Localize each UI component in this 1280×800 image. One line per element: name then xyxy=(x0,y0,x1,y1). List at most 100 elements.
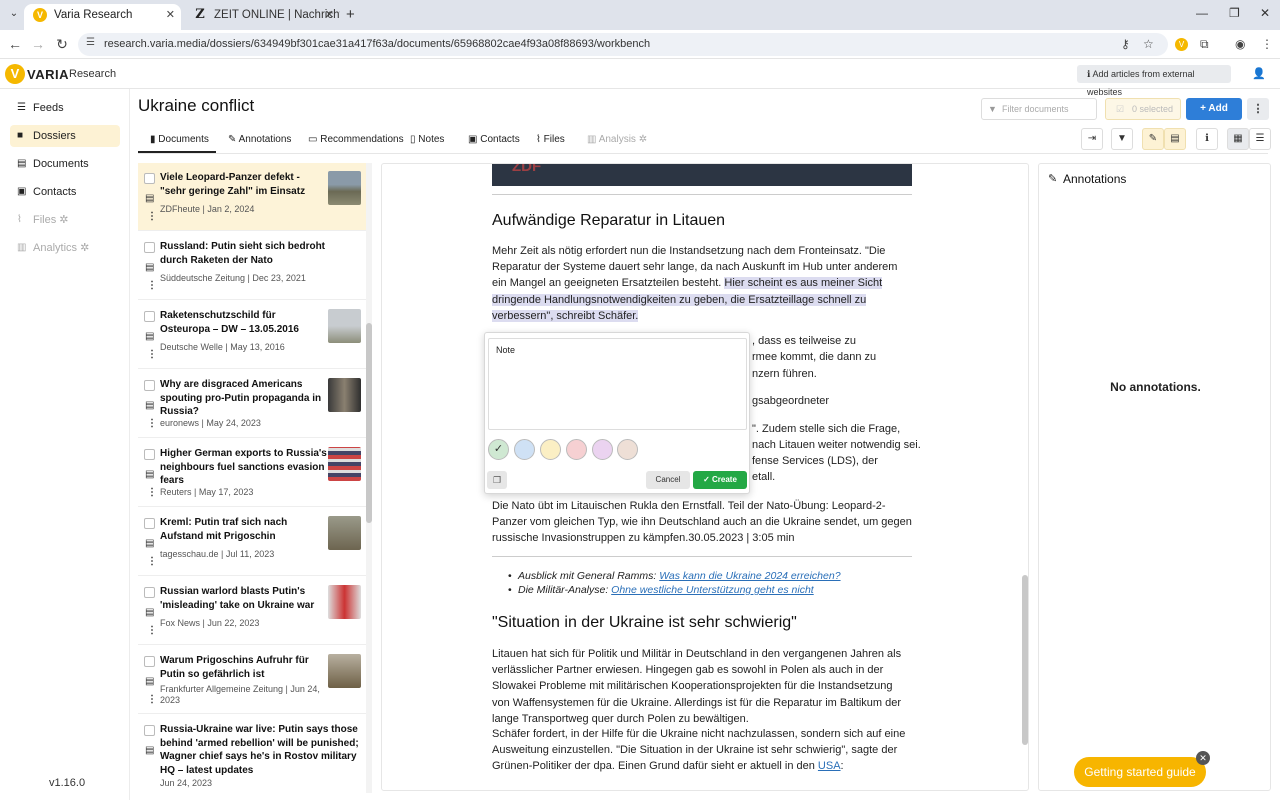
tab-analysis[interactable]: ▥ Analysis ✲ xyxy=(587,128,647,153)
article-thumbnail xyxy=(328,654,361,688)
more-icon[interactable]: ⋮ xyxy=(147,625,157,636)
url-field[interactable]: ☰ research.varia.media/dossiers/634949bf… xyxy=(78,33,1168,56)
add-external-articles-label: Add articles from external websites xyxy=(1087,69,1195,97)
info-button[interactable]: ℹ xyxy=(1196,128,1218,150)
close-tab-icon[interactable]: ✕ xyxy=(166,4,175,26)
sidebar-item-analytics[interactable]: ▥ Analytics ✲ xyxy=(10,237,120,259)
document-checkbox[interactable] xyxy=(144,311,155,322)
more-icon[interactable]: ⋮ xyxy=(147,211,157,222)
check-icon: ✓ xyxy=(703,475,713,484)
more-icon[interactable]: ⋮ xyxy=(147,349,157,360)
more-options-button[interactable]: ⋮ xyxy=(1247,98,1269,120)
annotate-document-button[interactable]: ▤ xyxy=(1164,128,1186,150)
export-document-button[interactable]: ⇥ xyxy=(1081,128,1103,150)
browser-menu-icon[interactable]: ⋮ xyxy=(1261,37,1273,51)
back-icon[interactable]: ← xyxy=(7,36,23,52)
getting-started-button[interactable]: Getting started guide xyxy=(1074,757,1206,787)
list-item[interactable]: ▤ ⋮ Higher German exports to Russia's ne… xyxy=(138,439,366,507)
highlight-pen-button[interactable]: ✎ xyxy=(1142,128,1164,150)
minimize-icon[interactable]: — xyxy=(1196,6,1208,20)
more-icon[interactable]: ⋮ xyxy=(147,556,157,567)
tab-annotations[interactable]: ✎ Annotations xyxy=(228,128,291,153)
document-checkbox[interactable] xyxy=(144,518,155,529)
filter-documents-input[interactable]: ▼ Filter documents xyxy=(981,98,1097,120)
scrollbar-thumb[interactable] xyxy=(1022,575,1028,745)
tab-recommendations[interactable]: ▭ Recommendations xyxy=(308,128,404,153)
sidebar-item-documents[interactable]: ▤ Documents xyxy=(10,153,120,175)
document-source: Deutsche Welle | May 13, 2016 xyxy=(160,342,285,352)
tab-notes[interactable]: ▯ Notes xyxy=(410,128,444,153)
create-button[interactable]: ✓ Create xyxy=(693,471,747,489)
grid-view-button[interactable]: ▦ xyxy=(1227,128,1249,150)
bookmark-star-icon[interactable]: ☆ xyxy=(1143,37,1154,51)
document-checkbox[interactable] xyxy=(144,587,155,598)
list-item[interactable]: ▤ ⋮ Russian warlord blasts Putin's 'misl… xyxy=(138,577,366,645)
tab-documents[interactable]: ▮ Documents xyxy=(138,128,216,153)
varia-extension-icon[interactable]: V xyxy=(1175,38,1188,51)
close-window-icon[interactable]: ✕ xyxy=(1260,6,1270,20)
article-link[interactable]: USA xyxy=(818,760,841,772)
color-swatch-blue[interactable] xyxy=(514,439,535,460)
color-swatch-purple[interactable] xyxy=(592,439,613,460)
reader-scrollbar[interactable] xyxy=(1021,163,1029,791)
list-item[interactable]: ▤ ⋮ Raketenschutzschild für Osteuropa – … xyxy=(138,301,366,369)
more-icon[interactable]: ⋮ xyxy=(147,280,157,291)
tab-search-icon[interactable]: ⌄ xyxy=(6,6,22,22)
varia-favicon-icon: V xyxy=(33,8,47,22)
document-checkbox[interactable] xyxy=(144,449,155,460)
document-checkbox[interactable] xyxy=(144,656,155,667)
color-swatch-yellow[interactable] xyxy=(540,439,561,460)
document-checkbox[interactable] xyxy=(144,725,155,736)
profile-icon[interactable]: ◉ xyxy=(1235,37,1245,51)
color-swatch-beige[interactable] xyxy=(617,439,638,460)
list-item[interactable]: ▤ ⋮ Why are disgraced Americans spouting… xyxy=(138,370,366,438)
document-checkbox[interactable] xyxy=(144,380,155,391)
close-tab-icon[interactable]: ✕ xyxy=(325,4,334,26)
list-item[interactable]: ▤ ⋮ Russland: Putin sieht sich bedroht d… xyxy=(138,232,366,300)
close-icon[interactable]: ✕ xyxy=(1196,751,1210,765)
document-icon: ▤ xyxy=(145,193,155,204)
tab-files[interactable]: ⌇ Files xyxy=(536,128,565,153)
sidebar-item-dossiers[interactable]: ■ Dossiers xyxy=(10,125,120,147)
list-item[interactable]: ▤ ⋮ Kreml: Putin traf sich nach Aufstand… xyxy=(138,508,366,576)
document-title: Kreml: Putin traf sich nach Aufstand mit… xyxy=(160,517,288,542)
list-item: Ausblick mit General Ramms: Was kann die… xyxy=(508,570,841,582)
cancel-button[interactable]: Cancel xyxy=(646,471,690,489)
note-textarea[interactable]: Note xyxy=(488,338,747,430)
new-tab-icon[interactable]: + xyxy=(346,6,355,23)
document-checkbox[interactable] xyxy=(144,242,155,253)
sidebar-item-files[interactable]: ⌇ Files ✲ xyxy=(10,209,120,231)
color-swatch-green[interactable]: ✓ xyxy=(488,439,509,460)
extensions-icon[interactable]: ⧉ xyxy=(1200,37,1209,52)
article-link[interactable]: Ohne westliche Unterstützung geht es nic… xyxy=(611,584,814,596)
article-link[interactable]: Was kann die Ukraine 2024 erreichen? xyxy=(659,570,840,582)
list-item[interactable]: ▤ ⋮ Warum Prigoschins Aufruhr für Putin … xyxy=(138,646,366,714)
more-icon[interactable]: ⋮ xyxy=(147,487,157,498)
maximize-icon[interactable]: ❐ xyxy=(1229,6,1240,20)
reload-icon[interactable]: ↻ xyxy=(54,36,70,53)
sidebar-item-contacts[interactable]: ▣ Contacts xyxy=(10,181,120,203)
scrollbar-thumb[interactable] xyxy=(366,323,372,523)
copy-icon[interactable]: ❐ xyxy=(487,471,507,489)
browser-tab-varia[interactable]: V Varia Research ✕ xyxy=(24,4,181,30)
browser-tab-zeit[interactable]: Z ZEIT ONLINE | Nachrichten, Ne ✕ xyxy=(184,4,340,30)
add-button[interactable]: + Add xyxy=(1186,98,1242,120)
key-icon[interactable]: ⚷ xyxy=(1121,37,1130,51)
selected-count[interactable]: ☑ 0 selected xyxy=(1105,98,1181,120)
document-list-scrollbar[interactable] xyxy=(366,163,372,793)
more-icon[interactable]: ⋮ xyxy=(147,418,157,429)
document-checkbox[interactable] xyxy=(144,173,155,184)
site-info-icon[interactable]: ☰ xyxy=(86,37,95,48)
color-swatch-red[interactable] xyxy=(566,439,587,460)
forward-icon[interactable]: → xyxy=(30,36,46,52)
empty-state: No annotations. xyxy=(1110,380,1201,394)
tab-contacts[interactable]: ▣ Contacts xyxy=(468,128,520,153)
add-external-articles-button[interactable]: ℹ Add articles from external websites xyxy=(1077,65,1231,97)
list-view-button[interactable]: ☰ xyxy=(1249,128,1271,150)
list-item[interactable]: ▤ ⋮ Viele Leopard-Panzer defekt - "sehr … xyxy=(138,163,366,231)
filter-button[interactable]: ▼ xyxy=(1111,128,1133,150)
sidebar-item-feeds[interactable]: ☰ Feeds xyxy=(10,97,120,119)
list-item[interactable]: ▤ Russia-Ukraine war live: Putin says th… xyxy=(138,715,366,793)
user-icon[interactable]: 👤 xyxy=(1252,67,1266,80)
more-icon[interactable]: ⋮ xyxy=(147,694,157,705)
